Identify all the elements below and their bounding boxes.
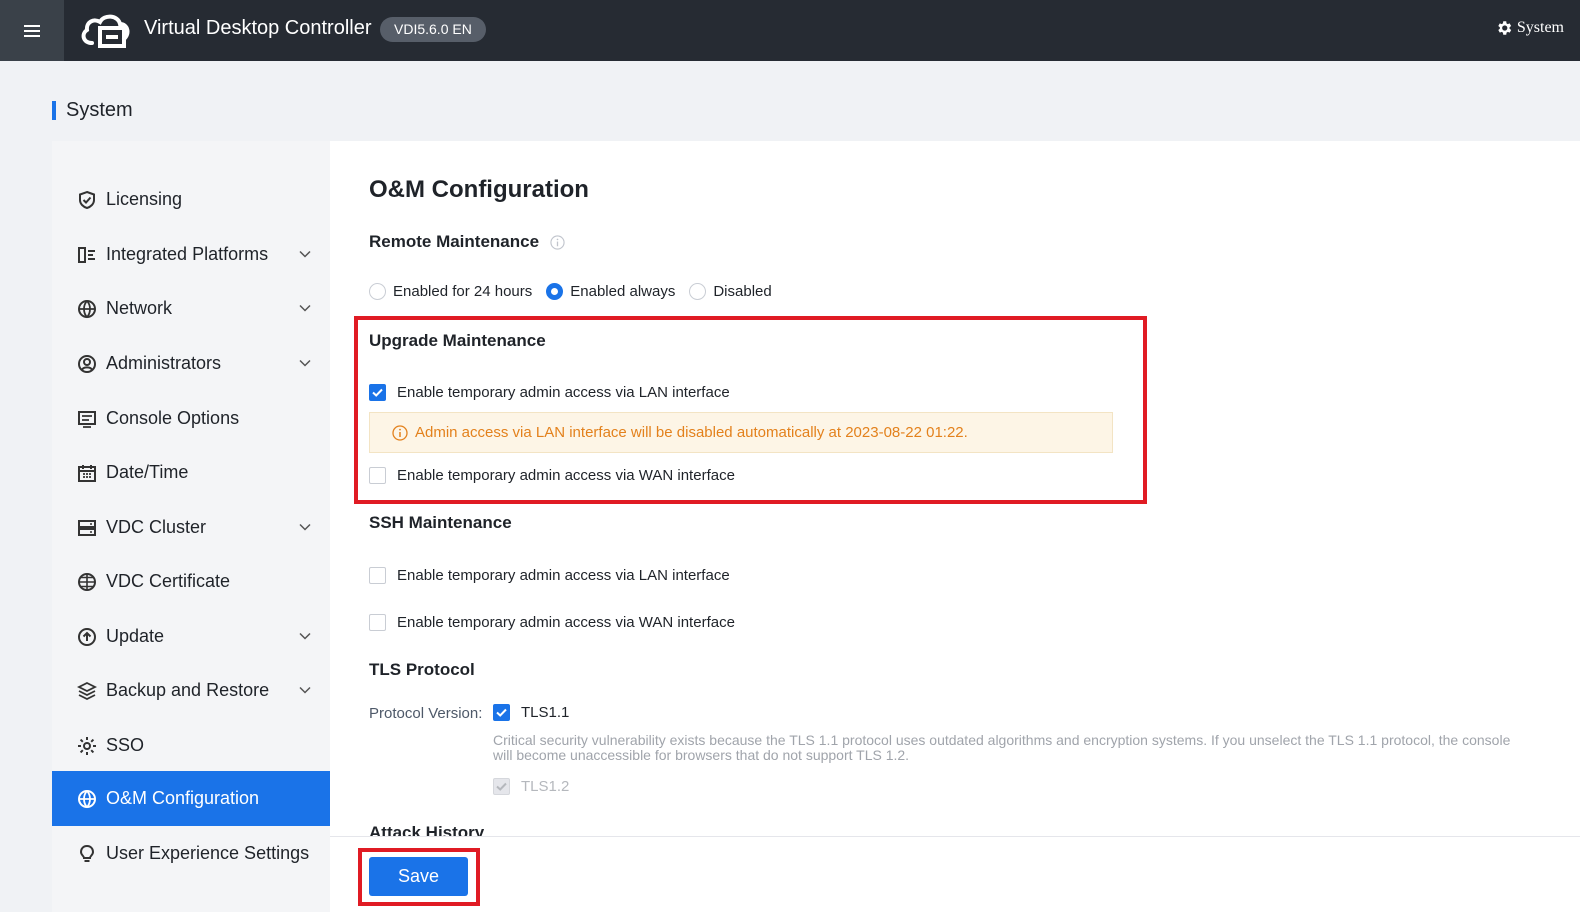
remote-maintenance-heading: Remote Maintenance xyxy=(369,232,565,252)
highlight-frame-save xyxy=(358,848,480,906)
sidebar-item-sso[interactable]: SSO xyxy=(52,718,330,773)
sidebar-item-administrators[interactable]: Administrators xyxy=(52,336,330,391)
sidebar-item-integrated-platforms[interactable]: Integrated Platforms xyxy=(52,227,330,282)
cloud-logo-icon xyxy=(81,14,130,48)
checkbox-unchecked xyxy=(369,614,386,631)
sidebar-item-user-experience-settings[interactable]: User Experience Settings xyxy=(52,826,330,881)
remote-maintenance-title: Remote Maintenance xyxy=(369,232,540,251)
chevron-down-icon xyxy=(299,632,311,640)
sidebar-item-date-time[interactable]: Date/Time xyxy=(52,445,330,500)
user-circle-icon xyxy=(76,353,98,375)
sidebar-item-console-options[interactable]: Console Options xyxy=(52,391,330,446)
sidebar-item-label: Console Options xyxy=(106,408,240,428)
globe-icon xyxy=(76,788,98,810)
sso-gear-icon xyxy=(76,735,98,757)
checkbox-checked xyxy=(493,704,510,721)
tls11-checkbox[interactable]: TLS1.1 xyxy=(493,704,569,721)
sidebar-item-label: O&M Configuration xyxy=(106,788,260,808)
sidebar-item-label: User Experience Settings xyxy=(106,843,310,863)
upload-circle-icon xyxy=(76,626,98,648)
ssh-maintenance-heading: SSH Maintenance xyxy=(369,513,512,532)
tls-protocol-heading: TLS Protocol xyxy=(369,660,475,679)
sidebar-item-network[interactable]: Network xyxy=(52,281,330,336)
chevron-down-icon xyxy=(299,250,311,258)
sidebar-item-label: Update xyxy=(106,626,165,646)
version-badge: VDI5.6.0 EN xyxy=(380,17,486,42)
info-icon[interactable] xyxy=(550,235,565,250)
sidebar-item-om-configuration[interactable]: O&M Configuration xyxy=(52,771,330,826)
top-bar: Virtual Desktop Controller VDI5.6.0 EN S… xyxy=(0,0,1580,61)
sidebar-nav: Licensing Integrated Platforms Network A… xyxy=(52,141,330,912)
system-menu-label: System xyxy=(1516,19,1564,36)
protocol-version-label: Protocol Version: xyxy=(369,705,483,722)
sidebar-item-label: Licensing xyxy=(106,189,183,209)
gear-icon xyxy=(1498,21,1512,35)
radio-enabled-24h[interactable]: Enabled for 24 hours xyxy=(369,283,532,300)
checkbox-checked-disabled xyxy=(493,778,510,795)
globe-icon xyxy=(76,298,98,320)
checkbox-label: TLS1.2 xyxy=(521,778,570,795)
sidebar-item-label: Integrated Platforms xyxy=(106,244,269,264)
footer-divider xyxy=(330,836,1580,837)
ssh-lan-checkbox[interactable]: Enable temporary admin access via LAN in… xyxy=(369,567,730,584)
platform-icon xyxy=(76,244,98,266)
radio-disabled[interactable]: Disabled xyxy=(689,283,772,300)
checkmark-icon xyxy=(496,708,507,717)
checkbox-label: Enable temporary admin access via LAN in… xyxy=(397,567,730,584)
certificate-globe-icon xyxy=(76,571,98,593)
highlight-frame-upgrade xyxy=(354,316,1147,504)
checkmark-icon xyxy=(496,782,507,791)
chevron-down-icon xyxy=(299,523,311,531)
attack-history-heading: Attack History xyxy=(369,823,485,837)
sidebar-item-label: VDC Certificate xyxy=(106,571,231,591)
ssh-wan-checkbox[interactable]: Enable temporary admin access via WAN in… xyxy=(369,614,735,631)
radio-circle-selected xyxy=(546,283,564,300)
checkbox-label: TLS1.1 xyxy=(521,704,570,721)
checkbox-label: Enable temporary admin access via WAN in… xyxy=(397,614,735,631)
sidebar-item-licensing[interactable]: Licensing xyxy=(52,172,330,227)
chevron-down-icon xyxy=(299,359,311,367)
main-panel: O&M Configuration Remote Maintenance Ena… xyxy=(330,141,1580,912)
page-heading: System xyxy=(52,98,133,123)
lightbulb-icon xyxy=(76,843,98,865)
layers-icon xyxy=(76,680,98,702)
server-icon xyxy=(76,517,98,539)
radio-label: Enabled always xyxy=(570,283,676,300)
console-icon xyxy=(76,408,98,430)
checkbox-unchecked xyxy=(369,567,386,584)
radio-enabled-always[interactable]: Enabled always xyxy=(546,283,675,300)
calendar-icon xyxy=(76,462,98,484)
radio-circle xyxy=(689,283,707,300)
page-title: System xyxy=(66,99,133,121)
chevron-down-icon xyxy=(299,304,311,312)
heading-accent-bar xyxy=(52,101,56,120)
radio-label: Enabled for 24 hours xyxy=(393,283,533,300)
tls12-checkbox: TLS1.2 xyxy=(493,778,569,795)
hamburger-menu-button[interactable] xyxy=(0,0,64,61)
radio-circle xyxy=(369,283,386,300)
sidebar-item-update[interactable]: Update xyxy=(52,609,330,664)
chevron-down-icon xyxy=(299,686,311,694)
sidebar-item-backup-and-restore[interactable]: Backup and Restore xyxy=(52,663,330,718)
sidebar-item-vdc-cluster[interactable]: VDC Cluster xyxy=(52,500,330,555)
sidebar-item-label: Network xyxy=(106,298,173,318)
shield-check-icon xyxy=(76,189,98,211)
remote-maintenance-radio-group: Enabled for 24 hours Enabled always Disa… xyxy=(369,283,786,300)
sidebar-item-label: VDC Cluster xyxy=(106,517,207,537)
hamburger-icon xyxy=(24,24,40,37)
app-title: Virtual Desktop Controller xyxy=(144,17,372,39)
sidebar-item-label: Date/Time xyxy=(106,462,189,482)
system-menu[interactable]: System xyxy=(1495,19,1564,37)
radio-label: Disabled xyxy=(713,283,772,300)
sidebar-item-vdc-certificate[interactable]: VDC Certificate xyxy=(52,554,330,609)
sidebar-item-label: Backup and Restore xyxy=(106,680,270,700)
sidebar-item-label: SSO xyxy=(106,735,145,755)
section-title: O&M Configuration xyxy=(369,176,589,203)
sidebar-item-label: Administrators xyxy=(106,353,222,373)
tls11-note: Critical security vulnerability exists b… xyxy=(493,732,1511,763)
